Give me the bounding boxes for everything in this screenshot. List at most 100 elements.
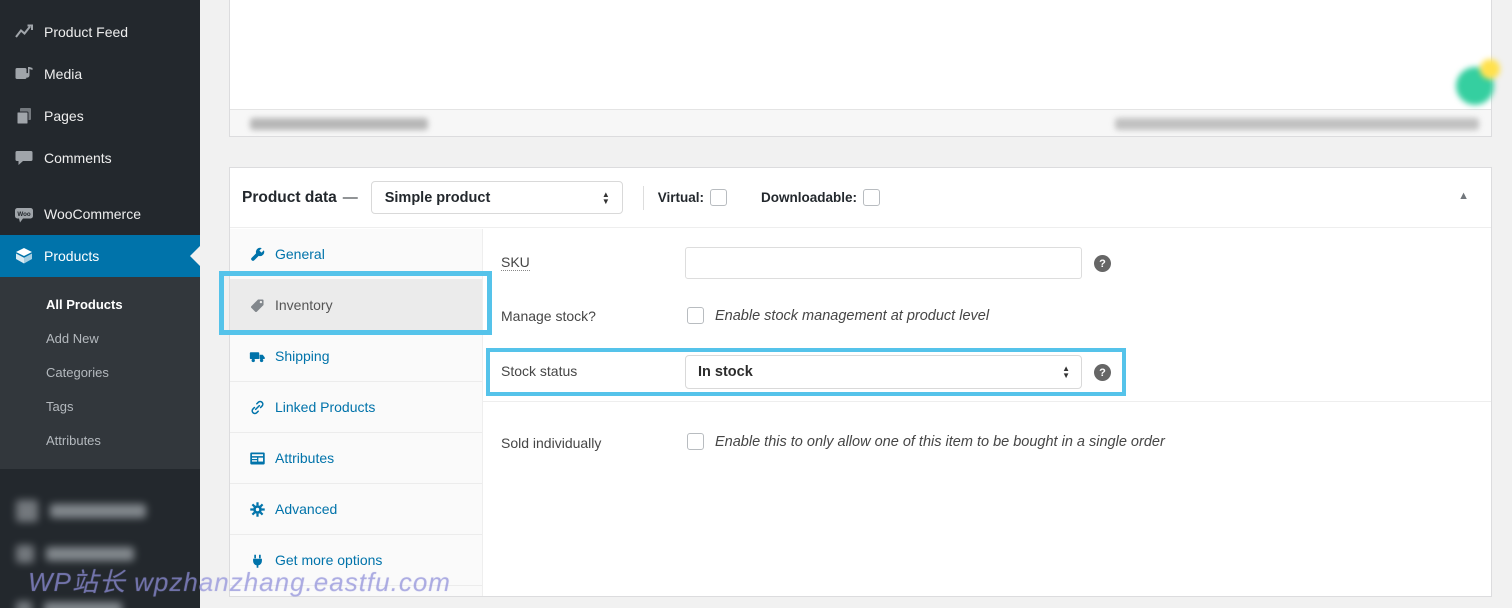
tag-icon <box>249 297 266 314</box>
blurred-word-count-text <box>250 118 428 130</box>
chart-line-icon <box>14 22 34 42</box>
sold-individually-description: Enable this to only allow one of this it… <box>715 434 1165 450</box>
admin-sidebar: Product Feed Media Pages Comments <box>0 0 200 608</box>
wordpress-admin-page: Product Feed Media Pages Comments <box>0 0 1512 608</box>
list-icon <box>249 450 266 467</box>
collapse-panel-icon[interactable]: ▲ <box>1458 190 1469 202</box>
truck-icon <box>249 348 266 365</box>
sidebar-item-pages[interactable]: Pages <box>0 95 200 137</box>
comments-icon <box>14 148 34 168</box>
arrow-down-glyph: ▼ <box>1062 372 1070 379</box>
floating-avatar[interactable] <box>1456 63 1498 105</box>
submenu-item-categories[interactable]: Categories <box>0 355 200 389</box>
sidebar-item-label: Product Feed <box>44 24 128 40</box>
stock-status-select[interactable]: In stock ▲ ▼ <box>685 355 1082 389</box>
sku-input[interactable] <box>685 247 1082 279</box>
products-submenu: All Products Add New Categories Tags Att… <box>0 277 200 469</box>
tab-label: Attributes <box>275 450 334 466</box>
manage-stock-checkbox[interactable] <box>687 307 704 324</box>
media-icon <box>14 64 34 84</box>
tab-get-more-options[interactable]: Get more options <box>230 535 482 586</box>
sidebar-item-label: Comments <box>44 150 112 166</box>
blurred-label <box>44 602 122 608</box>
sidebar-item-media[interactable]: Media <box>0 53 200 95</box>
manage-stock-label: Manage stock? <box>501 308 596 324</box>
metabox-title-dash: — <box>343 189 358 206</box>
header-divider <box>643 186 644 210</box>
sold-individually-checkbox[interactable] <box>687 433 704 450</box>
submenu-item-tags[interactable]: Tags <box>0 389 200 423</box>
tab-linked-products[interactable]: Linked Products <box>230 382 482 433</box>
pages-icon <box>14 106 34 126</box>
submenu-item-all-products[interactable]: All Products <box>0 287 200 321</box>
sidebar-item-label: Pages <box>44 108 84 124</box>
submenu-label: Categories <box>46 365 109 380</box>
content-editor-box <box>229 0 1492 137</box>
stock-status-label: Stock status <box>501 363 577 379</box>
sold-individually-label: Sold individually <box>501 435 601 451</box>
submenu-label: Add New <box>46 331 99 346</box>
products-icon <box>14 246 34 266</box>
sidebar-item-woocommerce[interactable]: Woo WooCommerce <box>0 193 200 235</box>
inventory-fields-panel: SKU ? Manage stock? Enable stock managem… <box>483 229 1491 596</box>
submenu-item-add-new[interactable]: Add New <box>0 321 200 355</box>
tab-label: Inventory <box>275 297 333 313</box>
wrench-icon <box>249 246 266 263</box>
tab-label: Get more options <box>275 552 382 568</box>
tab-label: Advanced <box>275 501 337 517</box>
blurred-menu-item[interactable] <box>0 489 200 532</box>
blurred-icon <box>16 601 32 608</box>
sidebar-item-label: WooCommerce <box>44 206 141 222</box>
select-arrows-icon: ▲ ▼ <box>1062 365 1070 379</box>
product-data-header: Product data — Simple product ▲ ▼ Virtua… <box>230 168 1491 228</box>
tab-attributes[interactable]: Attributes <box>230 433 482 484</box>
tab-advanced[interactable]: Advanced <box>230 484 482 535</box>
sidebar-item-comments[interactable]: Comments <box>0 137 200 179</box>
plug-icon <box>249 552 266 569</box>
link-icon <box>249 399 266 416</box>
menu-separator <box>0 179 200 193</box>
avatar-yellow-dot <box>1480 59 1500 79</box>
submenu-label: Attributes <box>46 433 101 448</box>
editor-status-bar <box>230 109 1491 136</box>
manage-stock-description: Enable stock management at product level <box>715 308 989 324</box>
admin-menu: Product Feed Media Pages Comments <box>0 0 200 608</box>
downloadable-checkbox[interactable] <box>863 189 880 206</box>
tab-label: Shipping <box>275 348 330 364</box>
product-type-select[interactable]: Simple product ▲ ▼ <box>371 181 623 214</box>
virtual-checkbox[interactable] <box>710 189 727 206</box>
sidebar-item-products[interactable]: Products <box>0 235 200 277</box>
tab-inventory[interactable]: Inventory <box>230 280 482 331</box>
submenu-item-attributes[interactable]: Attributes <box>0 423 200 457</box>
arrow-down-glyph: ▼ <box>602 198 610 205</box>
sidebar-item-product-feed[interactable]: Product Feed <box>0 11 200 53</box>
woocommerce-icon: Woo <box>14 204 34 224</box>
gear-icon <box>249 501 266 518</box>
product-data-metabox: Product data — Simple product ▲ ▼ Virtua… <box>229 167 1492 597</box>
stock-status-help-icon[interactable]: ? <box>1094 364 1111 381</box>
blurred-label <box>46 547 134 561</box>
product-type-value: Simple product <box>385 190 491 206</box>
tab-label: General <box>275 246 325 262</box>
fields-divider <box>483 401 1491 402</box>
select-arrows-icon: ▲ ▼ <box>602 191 610 205</box>
submenu-label: All Products <box>46 297 123 312</box>
virtual-label: Virtual: <box>658 190 704 205</box>
downloadable-label: Downloadable: <box>761 190 857 205</box>
sku-help-icon[interactable]: ? <box>1094 255 1111 272</box>
blurred-label <box>50 504 146 518</box>
stock-status-value: In stock <box>698 364 753 380</box>
tab-label: Linked Products <box>275 399 375 415</box>
tab-shipping[interactable]: Shipping <box>230 331 482 382</box>
woo-badge-text: Woo <box>17 211 31 218</box>
sidebar-item-label: Media <box>44 66 82 82</box>
blurred-menu-item[interactable] <box>0 587 200 608</box>
blurred-last-edited-text <box>1115 118 1479 130</box>
blurred-icon <box>16 545 34 563</box>
sidebar-item-label: Products <box>44 248 99 264</box>
metabox-title: Product data <box>242 189 337 207</box>
blurred-menu-item[interactable] <box>0 532 200 575</box>
tab-general[interactable]: General <box>230 229 482 280</box>
blurred-icon <box>16 500 38 522</box>
submenu-label: Tags <box>46 399 73 414</box>
